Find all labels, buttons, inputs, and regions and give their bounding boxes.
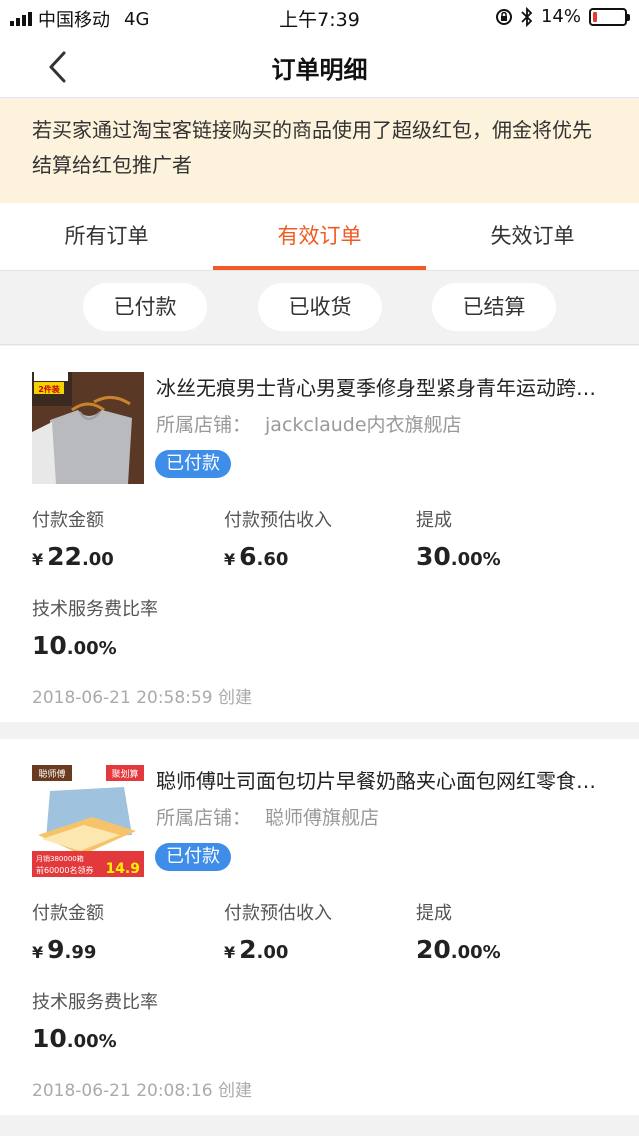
metric-label: 技术服务费比率 [32, 599, 158, 620]
filter-settled[interactable]: 已结算 [432, 283, 556, 331]
product-thumbnail: 2件装 [32, 372, 144, 484]
thumb-tag: 聚划算 [111, 768, 138, 780]
store-label: 所属店铺： [156, 807, 252, 829]
metric-value: ¥6.60 [224, 542, 332, 571]
tab-all-orders[interactable]: 所有订单 [0, 203, 213, 270]
metric-est-income: 付款预估收入 ¥6.60 [224, 506, 332, 571]
value-decimal: .00 [81, 549, 114, 570]
currency-symbol: ¥ [32, 550, 44, 569]
thumb-price: 14.9 [105, 861, 140, 877]
bluetooth-icon [521, 6, 533, 27]
product-title: 冰丝无痕男士背心男夏季修身型紧身青年运动跨栏背心 [156, 376, 606, 400]
metric-label: 付款金额 [32, 903, 104, 924]
currency-symbol: ¥ [32, 943, 44, 962]
value-decimal: .60 [256, 549, 289, 570]
filter-paid[interactable]: 已付款 [83, 283, 207, 331]
metric-value: ¥9.99 [32, 935, 104, 964]
status-badge: 已付款 [155, 843, 231, 871]
page-title: 订单明细 [271, 56, 368, 84]
thumb-brand: 聪师傅 [38, 768, 65, 780]
thumb-sales: 月销380000箱 [36, 854, 84, 863]
product-title: 聪师傅吐司面包切片早餐奶酪夹心面包网红零食整箱 [156, 769, 606, 793]
metric-label: 付款预估收入 [224, 510, 332, 531]
battery-percent: 14% [540, 6, 581, 27]
metric-est-income: 付款预估收入 ¥2.00 [224, 899, 332, 964]
metric-label: 付款预估收入 [224, 903, 332, 924]
created-time: 2018-06-21 20:58:59 创建 [32, 688, 252, 708]
value-integer: 2 [239, 935, 257, 964]
value-decimal: .00% [66, 638, 117, 659]
status-right: 14% [495, 6, 630, 27]
order-card[interactable]: 2件装 冰丝无痕男士背心男夏季修身型紧身青年运动跨栏背心 所属店铺： jackcl… [0, 346, 639, 722]
metric-value: ¥22.00 [32, 542, 114, 571]
value-decimal: .00% [450, 549, 501, 570]
metric-label: 技术服务费比率 [32, 992, 158, 1013]
store-name: 聪师傅旗舰店 [265, 807, 380, 829]
metric-value: 20.00% [416, 935, 501, 964]
value-integer: 10 [32, 1024, 67, 1053]
metric-pay-amount: 付款金额 ¥9.99 [32, 899, 104, 964]
battery-icon [589, 7, 630, 26]
order-tabs: 所有订单 有效订单 失效订单 [0, 203, 639, 271]
product-thumbnail: 聪师傅 聚划算 月销380000箱 前60000名领券 14.9 [32, 765, 144, 877]
metric-commission: 提成 20.00% [416, 899, 501, 964]
nav-bar: 订单明细 [0, 36, 639, 98]
value-integer: 6 [239, 542, 257, 571]
order-card[interactable]: 聪师傅 聚划算 月销380000箱 前60000名领券 14.9 聪师傅吐司面包… [0, 739, 639, 1115]
store-info: 所属店铺： jackclaude内衣旗舰店 [156, 410, 462, 437]
currency-symbol: ¥ [224, 943, 236, 962]
value-decimal: .99 [64, 942, 97, 963]
metric-label: 提成 [416, 903, 452, 924]
metric-label: 付款金额 [32, 510, 104, 531]
metric-service-rate: 技术服务费比率 10.00% [32, 595, 158, 660]
value-decimal: .00% [450, 942, 501, 963]
value-integer: 20 [416, 935, 451, 964]
metric-commission: 提成 30.00% [416, 506, 501, 571]
tab-valid-orders[interactable]: 有效订单 [213, 203, 426, 270]
filter-received[interactable]: 已收货 [258, 283, 382, 331]
value-integer: 10 [32, 631, 67, 660]
created-time: 2018-06-21 20:08:16 创建 [32, 1081, 252, 1101]
metric-pay-amount: 付款金额 ¥22.00 [32, 506, 114, 571]
store-label: 所属店铺： [156, 414, 252, 436]
battery-level [593, 11, 597, 22]
currency-symbol: ¥ [224, 550, 236, 569]
value-decimal: .00 [256, 942, 289, 963]
thumb-tag: 2件装 [38, 384, 60, 394]
status-badge: 已付款 [155, 450, 231, 478]
tab-invalid-orders[interactable]: 失效订单 [426, 203, 639, 270]
status-filter-bar: 已付款 已收货 已结算 [0, 271, 639, 345]
value-integer: 22 [47, 542, 82, 571]
value-integer: 9 [47, 935, 65, 964]
store-name: jackclaude内衣旗舰店 [265, 414, 462, 436]
value-decimal: .00% [66, 1031, 117, 1052]
metric-value: ¥2.00 [224, 935, 332, 964]
metric-label: 提成 [416, 510, 452, 531]
value-integer: 30 [416, 542, 451, 571]
orientation-lock-icon [495, 8, 512, 25]
notice-banner: 若买家通过淘宝客链接购买的商品使用了超级红包，佣金将优先结算给红包推广者 [0, 99, 639, 203]
store-info: 所属店铺： 聪师傅旗舰店 [156, 803, 379, 830]
metric-value: 10.00% [32, 1024, 158, 1053]
metric-value: 30.00% [416, 542, 501, 571]
product-image: 聪师傅 聚划算 月销380000箱 前60000名领券 14.9 [32, 765, 144, 877]
metric-service-rate: 技术服务费比率 10.00% [32, 988, 158, 1053]
product-image: 2件装 [32, 372, 144, 484]
thumb-promo: 前60000名领券 [36, 865, 93, 875]
metric-value: 10.00% [32, 631, 158, 660]
status-bar: 中国移动 4G 上午7:39 14% [0, 0, 639, 36]
